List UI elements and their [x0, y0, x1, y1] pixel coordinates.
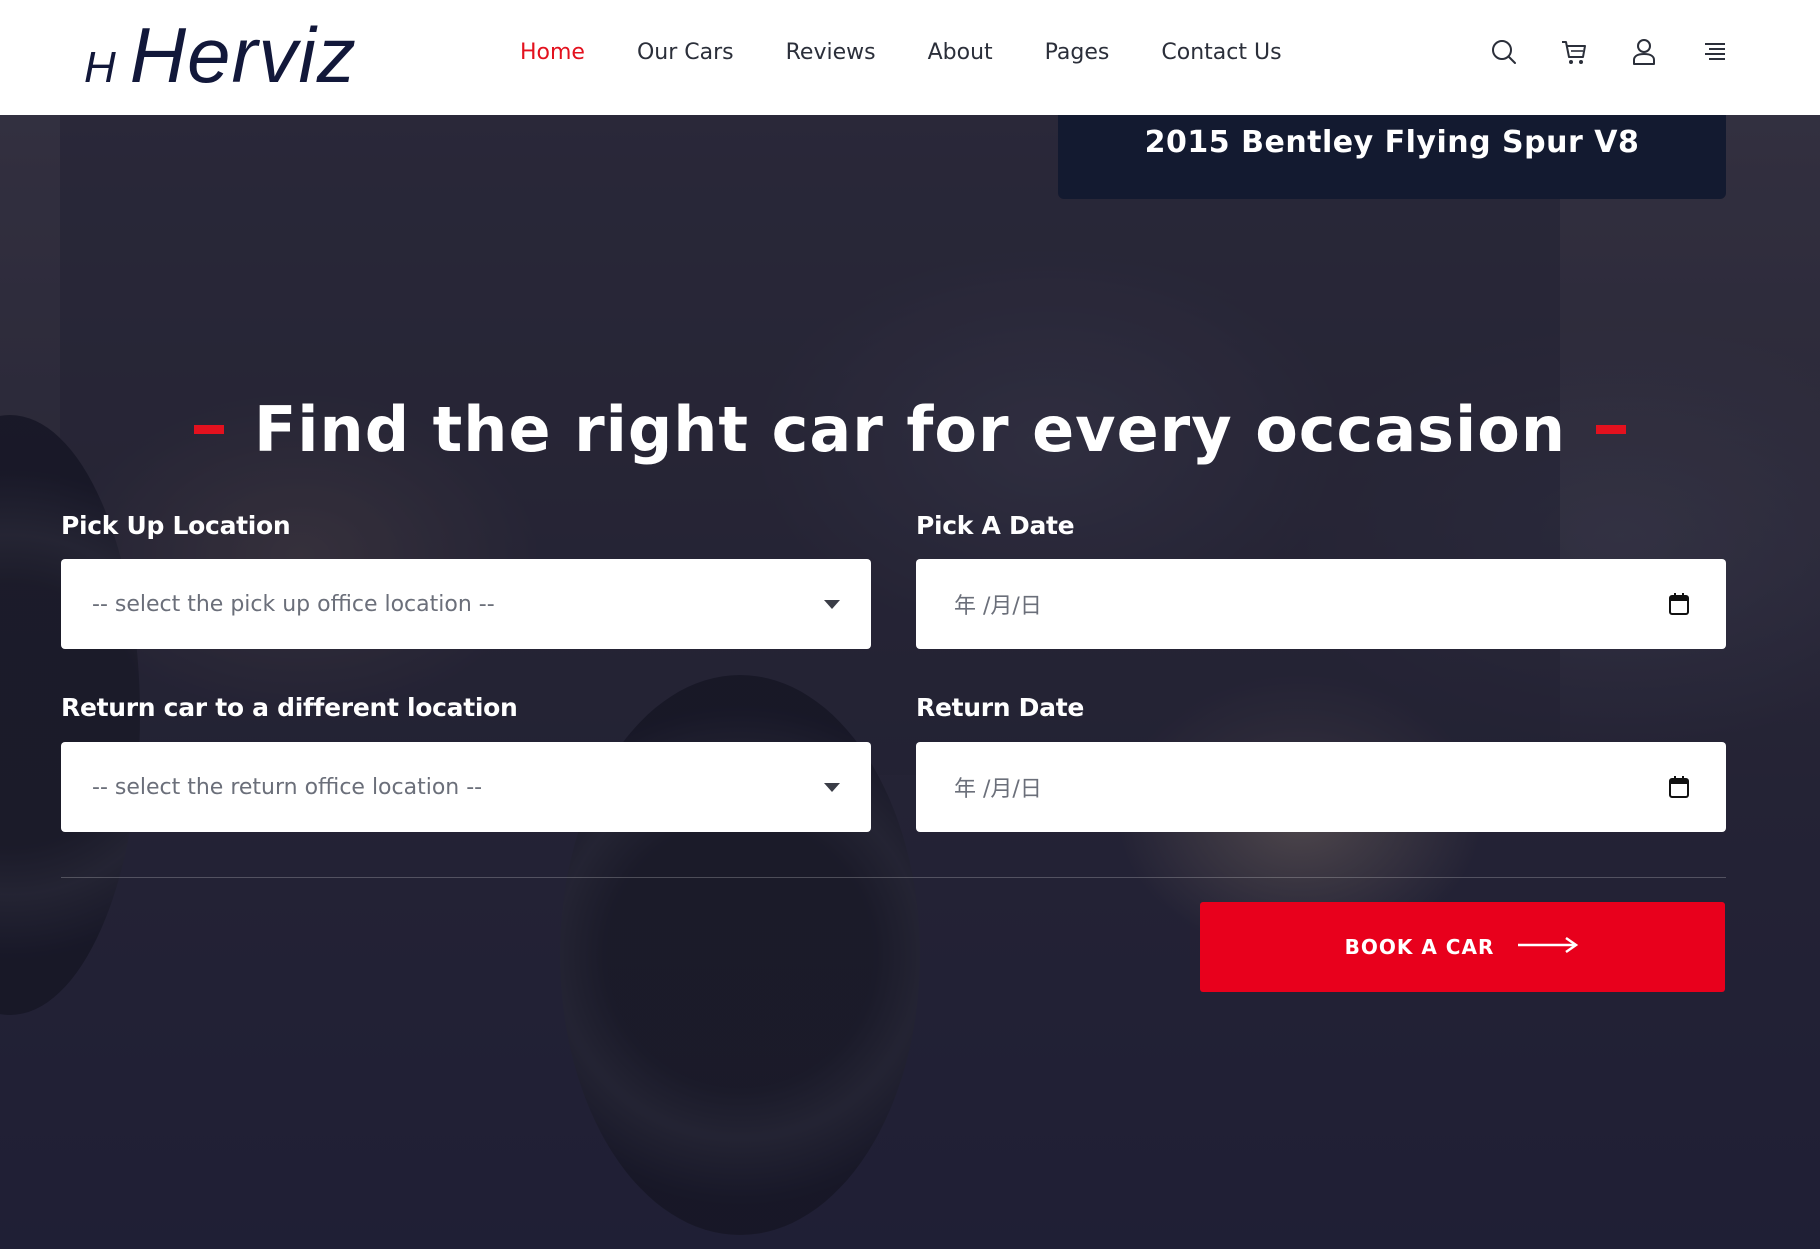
- return-location-label: Return car to a different location: [61, 693, 518, 722]
- hero-title: Find the right car for every occasion: [253, 393, 1567, 466]
- logo-mark: H: [84, 43, 116, 92]
- return-location-select[interactable]: -- select the return office location --: [61, 742, 871, 832]
- book-a-car-button[interactable]: BOOK A CAR: [1200, 902, 1725, 992]
- return-date-input[interactable]: 年 /月/日: [916, 742, 1726, 832]
- pickup-location-placeholder: -- select the pick up office location --: [92, 591, 495, 617]
- book-a-car-label: BOOK A CAR: [1344, 935, 1495, 959]
- hero-overlay: [0, 115, 1820, 1249]
- brand-logo[interactable]: H Herviz: [84, 10, 357, 100]
- nav-contact-us[interactable]: Contact Us: [1161, 40, 1281, 65]
- nav-home[interactable]: Home: [520, 40, 585, 65]
- cart-icon[interactable]: [1561, 38, 1587, 66]
- hero-section: 2015 Bentley Flying Spur V8 Find the rig…: [0, 115, 1820, 1249]
- pickup-location-label: Pick Up Location: [61, 511, 291, 540]
- menu-icon[interactable]: [1701, 38, 1727, 66]
- user-icon[interactable]: [1631, 38, 1657, 66]
- hero-heading: Find the right car for every occasion: [0, 393, 1820, 466]
- pickup-location-select[interactable]: -- select the pick up office location --: [61, 559, 871, 649]
- chevron-down-icon: [824, 599, 840, 609]
- chevron-down-icon: [824, 782, 840, 792]
- title-accent-right: [1596, 425, 1627, 434]
- logo-name: Herviz: [129, 11, 357, 99]
- nav-about[interactable]: About: [928, 40, 993, 65]
- calendar-icon[interactable]: [1668, 592, 1690, 616]
- featured-car-title: 2015 Bentley Flying Spur V8: [1144, 124, 1640, 160]
- title-accent-left: [193, 425, 224, 434]
- nav-pages[interactable]: Pages: [1045, 40, 1110, 65]
- form-divider: [61, 877, 1726, 878]
- return-date-label: Return Date: [916, 693, 1085, 722]
- site-header: H Herviz Home Our Cars Reviews About Pag…: [0, 0, 1820, 115]
- nav-reviews[interactable]: Reviews: [786, 40, 876, 65]
- featured-car-card[interactable]: 2015 Bentley Flying Spur V8: [1058, 115, 1726, 199]
- pickup-date-placeholder: 年 /月/日: [954, 594, 1042, 619]
- arrow-right-icon: [1516, 935, 1580, 960]
- main-nav: Home Our Cars Reviews About Pages Contac…: [520, 0, 1334, 105]
- calendar-icon[interactable]: [1668, 775, 1690, 799]
- pickup-date-label: Pick A Date: [916, 511, 1075, 540]
- header-actions: [1491, 34, 1727, 70]
- return-date-placeholder: 年 /月/日: [954, 777, 1042, 802]
- pickup-date-input[interactable]: 年 /月/日: [916, 559, 1726, 649]
- nav-our-cars[interactable]: Our Cars: [637, 40, 734, 65]
- search-icon[interactable]: [1491, 38, 1517, 66]
- return-location-placeholder: -- select the return office location --: [92, 774, 483, 800]
